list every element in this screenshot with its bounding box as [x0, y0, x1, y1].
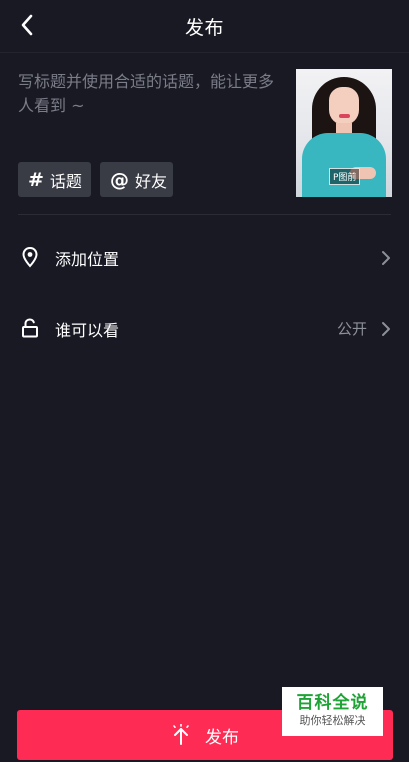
page-title: 发布	[184, 17, 224, 39]
cover-lips	[339, 114, 350, 118]
cover-shirt	[302, 133, 386, 197]
mention-friend-button[interactable]: @ 好友	[100, 162, 173, 197]
topic-label: 话题	[49, 171, 82, 191]
publish-label: 发布	[205, 727, 239, 748]
friend-label: 好友	[135, 171, 168, 191]
visibility-row[interactable]: 谁可以看 公开	[0, 304, 409, 354]
watermark-logo: 百科全说 助你轻松解决	[282, 687, 383, 736]
publish-screen: 发布 写标题并使用合适的话题，能让更多人看到 ~ P图前 # 话题 @ 好友 添…	[0, 0, 409, 762]
watermark-title: 百科全说	[296, 693, 369, 713]
cover-label: P图前	[329, 168, 361, 185]
unlock-icon	[20, 317, 40, 339]
chevron-right-icon	[379, 248, 393, 268]
caption-input[interactable]: 写标题并使用合适的话题，能让更多人看到 ~	[18, 70, 280, 150]
at-icon: @	[110, 168, 129, 191]
chevron-right-icon	[379, 319, 393, 339]
add-location-row[interactable]: 添加位置	[0, 233, 409, 283]
video-cover-thumbnail[interactable]: P图前	[296, 69, 392, 197]
divider	[18, 214, 391, 215]
add-location-label: 添加位置	[55, 250, 120, 269]
hashtag-icon: #	[28, 168, 44, 191]
cover-face	[329, 87, 359, 125]
publish-spark-icon	[171, 724, 191, 746]
watermark-subtitle: 助你轻松解决	[299, 714, 366, 727]
visibility-value: 公开	[336, 320, 367, 338]
top-bar: 发布	[0, 0, 409, 53]
location-pin-icon	[20, 246, 40, 268]
visibility-label: 谁可以看	[55, 321, 120, 340]
topic-button[interactable]: # 话题	[18, 162, 91, 197]
